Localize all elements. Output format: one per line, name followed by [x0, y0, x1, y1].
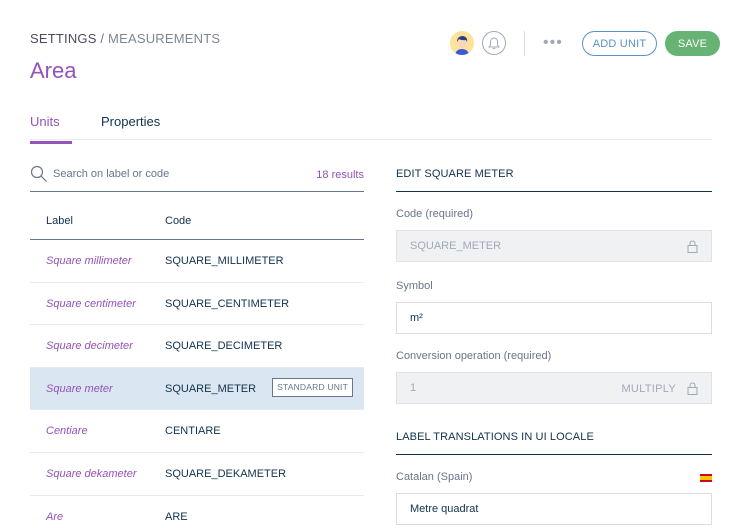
edit-section-title: EDIT SQUARE METER [396, 162, 712, 192]
code-field-value: SQUARE_METER [410, 240, 502, 252]
table-row[interactable]: Square decimeter SQUARE_DECIMETER [30, 325, 364, 368]
code-field-label: Code (required) [396, 208, 474, 220]
conversion-field-value: 1 [410, 382, 417, 394]
conversion-operator: MULTIPLY [621, 383, 676, 395]
lock-icon [687, 382, 698, 395]
column-header-code: Code [165, 215, 192, 227]
table-row[interactable]: Square dekameter SQUARE_DEKAMETER [30, 453, 364, 496]
units-table: Label Code Square millimeter SQUARE_MILL… [30, 200, 364, 528]
locale-field-label: Catalan (Spain) [396, 471, 473, 483]
bell-icon [488, 36, 500, 49]
table-row[interactable]: Square centimeter SQUARE_CENTIMETER [30, 283, 364, 326]
spain-flag-icon [700, 474, 712, 482]
lock-icon [687, 240, 698, 253]
unit-code: CENTIARE [165, 425, 221, 438]
conversion-field-label: Conversion operation (required) [396, 350, 552, 362]
unit-label: Square meter [46, 382, 113, 395]
unit-label: Centiare [46, 425, 88, 438]
page-title: Area [30, 58, 77, 83]
column-header-label: Label [46, 215, 73, 227]
translation-field[interactable]: Metre quadrat [396, 493, 712, 525]
breadcrumb-root[interactable]: SETTINGS [30, 31, 97, 46]
table-header: Label Code [30, 200, 364, 240]
search-input[interactable] [53, 168, 253, 180]
symbol-field[interactable]: m² [396, 302, 712, 334]
table-row[interactable]: Square millimeter SQUARE_MILLIMETER [30, 240, 364, 283]
breadcrumb-separator: / [100, 31, 105, 46]
breadcrumb-current: MEASUREMENTS [108, 31, 221, 46]
more-options-icon[interactable]: ••• [543, 35, 563, 51]
symbol-field-label: Symbol [396, 280, 433, 292]
symbol-field-value: m² [410, 312, 423, 324]
unit-label: Square dekameter [46, 467, 137, 480]
unit-code: SQUARE_MILLIMETER [165, 255, 284, 267]
user-avatar[interactable] [450, 31, 474, 55]
table-row[interactable]: Centiare CENTIARE [30, 410, 364, 453]
unit-label: Are [46, 510, 64, 523]
header-divider [524, 31, 525, 56]
code-field: SQUARE_METER [396, 230, 712, 262]
translations-section-title: LABEL TRANSLATIONS IN UI LOCALE [396, 425, 712, 455]
avatar-icon [450, 31, 474, 55]
notifications-button[interactable] [482, 31, 506, 55]
tab-units[interactable]: Units [30, 114, 72, 144]
unit-label: Square millimeter [46, 255, 132, 267]
breadcrumb: SETTINGS / MEASUREMENTS [30, 31, 220, 46]
unit-code: SQUARE_METER [165, 382, 257, 395]
search-icon [30, 165, 47, 182]
unit-code: ARE [165, 510, 188, 523]
standard-unit-badge: STANDARD UNIT [272, 377, 353, 397]
unit-code: SQUARE_DEKAMETER [165, 467, 287, 480]
unit-label: Square decimeter [46, 340, 133, 353]
table-row[interactable]: Are ARE [30, 496, 364, 528]
tab-bar: Units Properties [30, 100, 712, 144]
results-count: 18 results [316, 169, 364, 181]
unit-code: SQUARE_CENTIMETER [165, 297, 290, 310]
unit-label: Square centimeter [46, 297, 136, 310]
table-row-selected[interactable]: Square meter SQUARE_METER STANDARD UNIT [30, 367, 364, 411]
add-unit-button[interactable]: ADD UNIT [582, 31, 657, 56]
unit-code: SQUARE_DECIMETER [165, 340, 283, 353]
conversion-field: 1 MULTIPLY [396, 372, 712, 404]
save-button[interactable]: SAVE [665, 31, 720, 56]
translation-field-value: Metre quadrat [410, 503, 479, 515]
search-bar: 18 results [30, 162, 364, 192]
tab-properties[interactable]: Properties [101, 114, 160, 129]
